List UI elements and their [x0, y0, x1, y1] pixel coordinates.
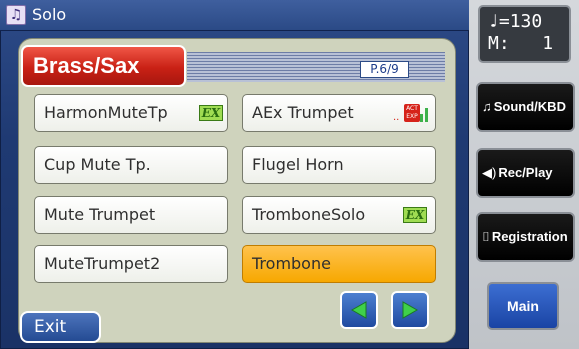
- window-title: Solo: [32, 5, 67, 24]
- tone-label: AEx Trumpet: [252, 103, 354, 122]
- tone-label: HarmonMuteTp: [44, 103, 168, 122]
- tone-button-cup-mute-tp[interactable]: Cup Mute Tp.: [34, 146, 228, 184]
- registration-button[interactable]: ⌷ Registration: [476, 212, 575, 262]
- ex-badge-icon: EX: [403, 207, 427, 223]
- tone-label: TromboneSolo: [252, 205, 366, 224]
- next-page-button[interactable]: [391, 291, 429, 329]
- left-arrow-icon: [350, 301, 367, 319]
- rec-play-button[interactable]: ◀) Rec/Play: [476, 148, 575, 198]
- tone-button-harmonmutetp[interactable]: HarmonMuteTp EX: [34, 94, 228, 132]
- exit-button[interactable]: Exit: [20, 311, 101, 343]
- main-screen: ♫ Solo Brass/Sax P.6/9 HarmonMuteTp EX A…: [0, 0, 469, 349]
- tone-label: Mute Trumpet: [44, 205, 156, 224]
- tone-group-button[interactable]: Brass/Sax: [21, 45, 186, 87]
- tempo-display: ♩=130 M: 1: [478, 5, 571, 63]
- main-button[interactable]: Main: [487, 282, 559, 330]
- previous-page-button[interactable]: [340, 291, 378, 329]
- tone-label: Flugel Horn: [252, 155, 344, 174]
- tone-button-flugel-horn[interactable]: Flugel Horn: [242, 146, 436, 184]
- tone-label: MuteTrumpet2: [44, 254, 161, 273]
- sound-kbd-label: Sound/KBD: [493, 99, 566, 114]
- tempo-symbol: ♩=: [488, 11, 510, 32]
- rec-play-label: Rec/Play: [498, 165, 553, 180]
- page-indicator: P.6/9: [360, 61, 409, 78]
- ex-badge-icon: EX: [199, 105, 223, 121]
- speaker-icon: ◀): [482, 165, 497, 180]
- right-arrow-icon: [402, 301, 419, 319]
- music-note-icon: ♫: [6, 5, 26, 25]
- title-bar: ♫ Solo: [0, 0, 469, 31]
- tone-button-trombonesolo[interactable]: TromboneSolo EX: [242, 196, 436, 234]
- registration-label: Registration: [491, 229, 568, 244]
- measure-label: M:: [488, 33, 510, 54]
- tone-button-mute-trumpet[interactable]: Mute Trumpet: [34, 196, 228, 234]
- tone-button-trombone[interactable]: Trombone: [242, 245, 436, 283]
- level-bars-icon: [419, 104, 431, 122]
- measure-line: M: 1: [488, 33, 569, 55]
- book-icon: ⌷: [482, 229, 490, 244]
- tone-label: Trombone: [252, 254, 331, 273]
- dot-separator: ..: [393, 112, 400, 123]
- tempo-value: 130: [509, 11, 543, 32]
- tone-label: Cup Mute Tp.: [44, 155, 151, 174]
- tone-button-aex-trumpet[interactable]: AEx Trumpet .. ACT EXP: [242, 94, 436, 132]
- sound-kbd-button[interactable]: ♫ Sound/KBD: [476, 82, 575, 132]
- measure-value: 1: [542, 33, 554, 54]
- tempo-line: ♩=130: [488, 11, 569, 33]
- music-note-icon: ♫: [482, 99, 492, 114]
- act-exp-badge-icon: ACT EXP: [404, 104, 420, 122]
- tone-button-mutetrumpet2[interactable]: MuteTrumpet2: [34, 245, 228, 283]
